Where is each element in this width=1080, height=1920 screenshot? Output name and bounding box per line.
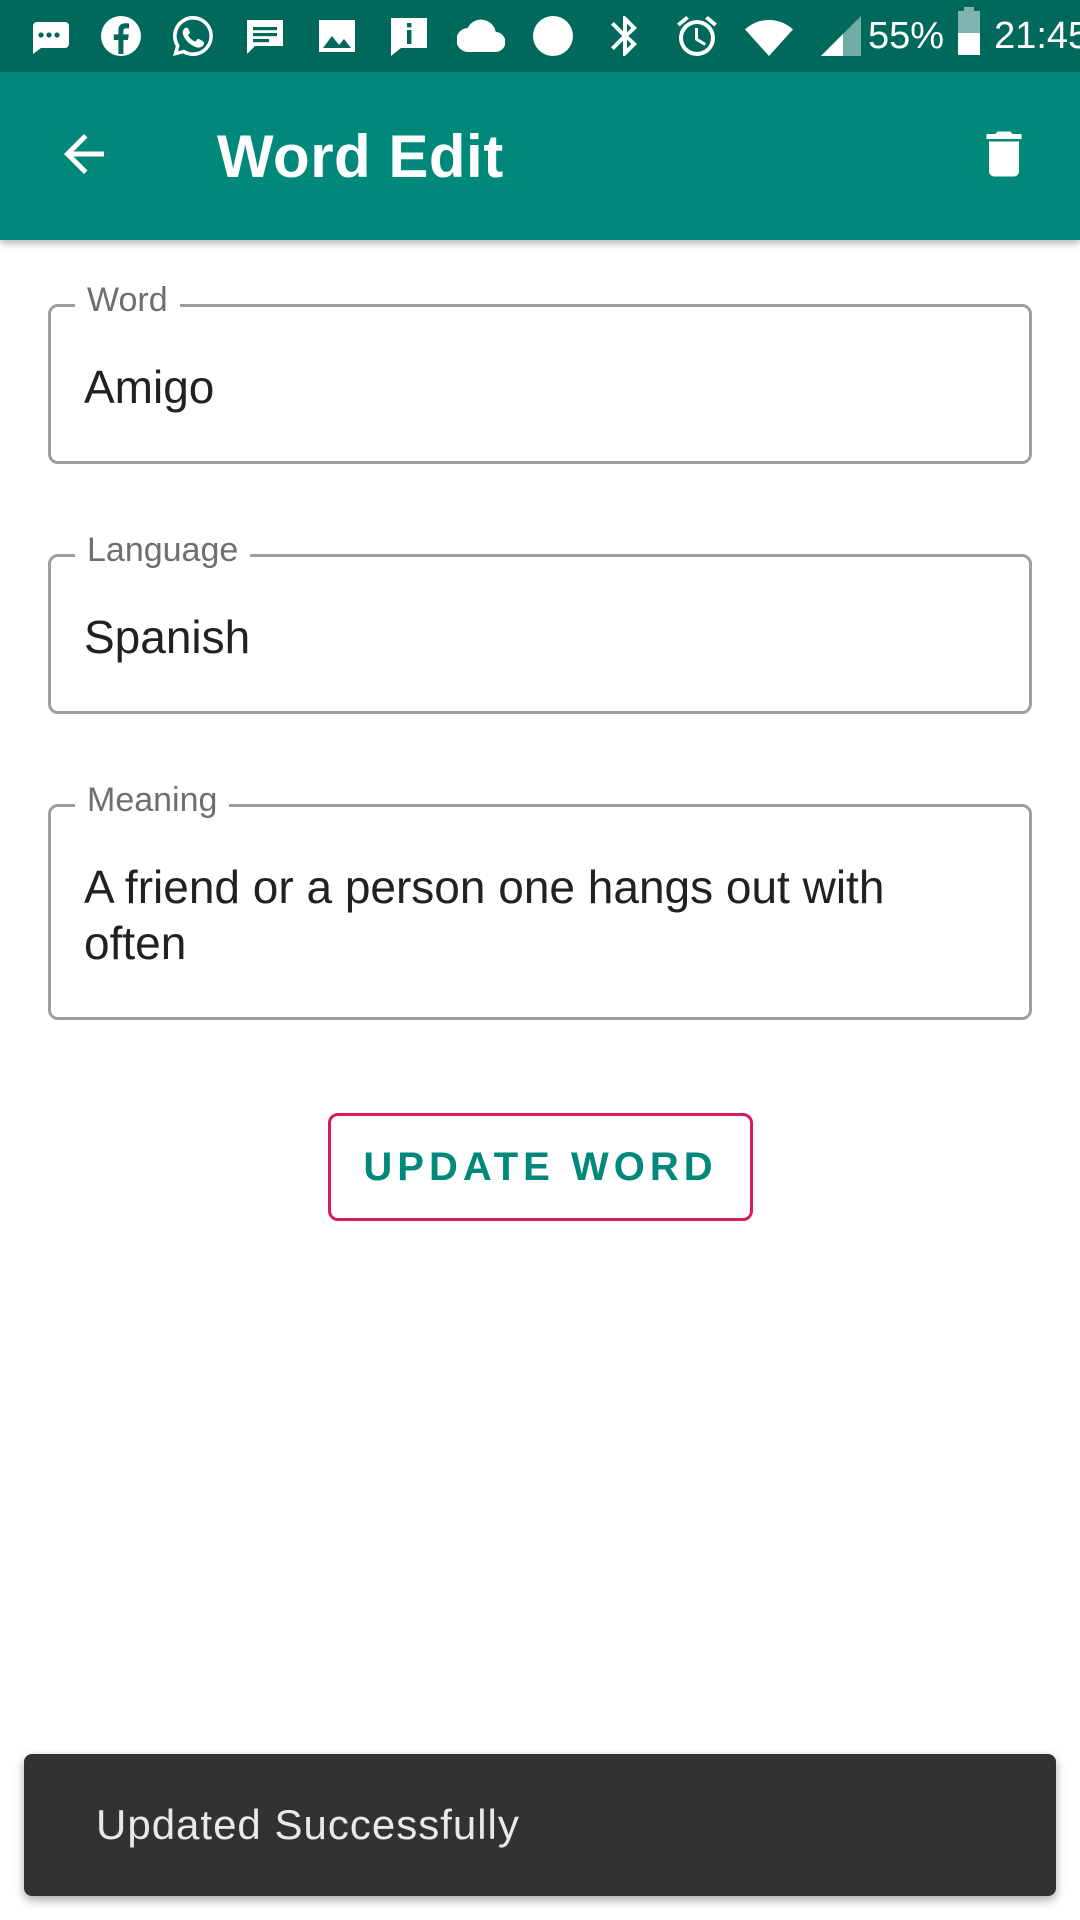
page-title: Word Edit — [217, 123, 504, 190]
facebook-icon — [94, 9, 148, 63]
back-button[interactable] — [44, 116, 124, 196]
snackbar-message: Updated Successfully — [96, 1801, 520, 1848]
status-right: 55% 21:45 — [868, 7, 1080, 65]
update-word-button[interactable]: UPDATE WORD — [328, 1113, 753, 1221]
meaning-field-label: Meaning — [75, 781, 230, 820]
cloud-icon — [454, 9, 508, 63]
language-field[interactable]: Language Spanish — [48, 531, 1032, 714]
info-icon — [382, 9, 436, 63]
chat-icon — [238, 9, 292, 63]
battery-icon — [954, 7, 984, 65]
status-bar: 55% 21:45 — [0, 0, 1080, 72]
whatsapp-icon — [166, 9, 220, 63]
circle-icon — [526, 9, 580, 63]
app-bar: Word Edit — [0, 72, 1080, 240]
wifi-icon — [742, 9, 796, 63]
word-field[interactable]: Word Amigo — [48, 281, 1032, 464]
messages-icon — [22, 9, 76, 63]
language-field-label: Language — [75, 531, 251, 570]
battery-percent: 55% — [868, 14, 945, 57]
trash-icon — [974, 124, 1034, 189]
signal-icon — [814, 9, 868, 63]
snackbar: Updated Successfully — [24, 1754, 1056, 1896]
bluetooth-icon — [598, 9, 652, 63]
delete-button[interactable] — [964, 116, 1044, 196]
word-field-label: Word — [75, 281, 180, 320]
alarm-icon — [670, 9, 724, 63]
notification-icons — [22, 9, 868, 63]
word-input[interactable]: Amigo — [84, 359, 989, 415]
meaning-input[interactable]: A friend or a person one hangs out with … — [84, 859, 989, 971]
language-input[interactable]: Spanish — [84, 609, 989, 665]
image-icon — [310, 9, 364, 63]
meaning-field[interactable]: Meaning A friend or a person one hangs o… — [48, 781, 1032, 1020]
arrow-back-icon — [54, 124, 114, 189]
clock: 21:45 — [994, 14, 1080, 57]
